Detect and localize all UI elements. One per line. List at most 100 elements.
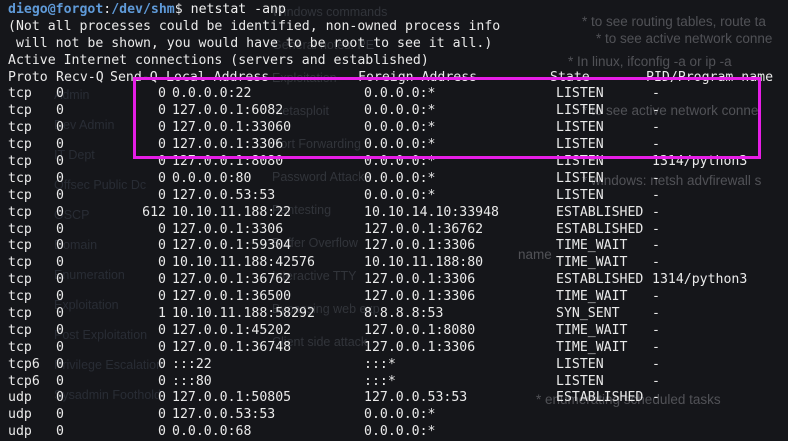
cell-pid-program: -	[652, 306, 660, 322]
cell-pid-program: -	[652, 86, 660, 102]
cell-local-address: 127.0.0.53:53	[172, 407, 276, 423]
table-row: tcp 0 0 127.0.0.1:36762 127.0.0.1:3306 ESTABL…	[8, 272, 788, 289]
connections-table: tcp 0 0 0.0.0.0:22 0.0.0.0:* LISTEN - tcp 0 0 127.…	[8, 86, 788, 441]
cell-recv-q: 0	[56, 390, 64, 406]
table-row: tcp 0 1 10.10.11.188:58292 8.8.8.8:53 SYN_SEN…	[8, 306, 788, 323]
cell-send-q: 0	[158, 339, 166, 355]
cell-send-q: 0	[158, 407, 166, 423]
cell-pid-program: -	[652, 356, 660, 372]
cell-proto: tcp	[8, 238, 32, 254]
table-row: tcp 0 0 127.0.0.1:59304 127.0.0.1:3306 TIME_W…	[8, 238, 788, 255]
table-row: tcp 0 0 127.0.0.1:45202 127.0.0.1:8080 TIME_W…	[8, 323, 788, 340]
cell-recv-q: 0	[56, 137, 64, 153]
cell-proto: tcp	[8, 289, 32, 305]
cell-foreign-address: 8.8.8.8:53	[364, 306, 444, 322]
cell-send-q: 0	[158, 103, 166, 119]
cell-proto: tcp	[8, 306, 32, 322]
cell-local-address: 0.0.0.0:22	[172, 86, 252, 102]
cell-proto: udp	[8, 390, 32, 406]
notice-line: Active Internet connections (servers and…	[8, 52, 429, 68]
notice-line: (Not all processes could be identified, …	[8, 18, 501, 34]
cell-foreign-address: 127.0.0.1:36762	[364, 221, 484, 237]
table-row: tcp 0 0 127.0.0.1:3306 0.0.0.0:* LISTEN -	[8, 137, 788, 154]
header-state: State	[550, 69, 590, 85]
prompt-user-host: diego@forgot	[8, 2, 104, 17]
cell-foreign-address: 0.0.0.0:*	[364, 424, 436, 440]
cell-foreign-address: 0.0.0.0:*	[364, 137, 436, 153]
cell-local-address: 0.0.0.0:68	[172, 424, 252, 440]
table-row: tcp 0 0 0.0.0.0:22 0.0.0.0:* LISTEN -	[8, 86, 788, 103]
cell-send-q: 612	[142, 204, 166, 220]
cell-proto: udp	[8, 407, 32, 423]
cell-foreign-address: 0.0.0.0:*	[364, 170, 436, 186]
cell-pid-program: -	[652, 322, 660, 338]
cell-foreign-address: 127.0.0.1:3306	[364, 289, 476, 305]
cell-send-q: 0	[158, 272, 166, 288]
prompt-path: /dev/shm	[111, 2, 175, 17]
cell-foreign-address: 127.0.0.1:3306	[364, 339, 476, 355]
table-row: tcp6 0 0:::22:::* LISTEN -	[8, 357, 788, 374]
terminal-window[interactable]: diego@forgot:/dev/shm$ netstat -anp (Not…	[0, 0, 788, 439]
cell-send-q: 0	[158, 373, 166, 389]
cell-proto: udp	[8, 424, 32, 440]
cell-pid-program: 1314/python3	[652, 154, 748, 170]
cell-local-address: 127.0.0.1:6082	[172, 103, 284, 119]
cell-foreign-address: 127.0.0.1:8080	[364, 322, 476, 338]
cell-state: LISTEN	[556, 356, 604, 372]
cell-proto: tcp6	[8, 356, 40, 372]
table-row: tcp 0 0 127.0.0.1:36748 127.0.0.1:3306 TIME_W…	[8, 340, 788, 357]
cell-recv-q: 0	[56, 204, 64, 220]
cell-state: TIME_WAIT	[556, 255, 628, 271]
cell-local-address: :::22	[172, 356, 212, 372]
table-row: udp 0 0 0.0.0.0:68 0.0.0.0:*	[8, 424, 788, 441]
cell-pid-program: -	[652, 204, 660, 220]
cell-send-q: 0	[158, 255, 166, 271]
cell-recv-q: 0	[56, 86, 64, 102]
cell-proto: tcp	[8, 272, 32, 288]
cell-send-q: 0	[158, 120, 166, 136]
cell-proto: tcp	[8, 170, 32, 186]
cell-send-q: 0	[158, 238, 166, 254]
table-row: tcp 0 0 127.0.0.1:36500 127.0.0.1:3306 TIME_W…	[8, 289, 788, 306]
cell-local-address: :::80	[172, 373, 212, 389]
cell-local-address: 127.0.0.1:36500	[172, 289, 292, 305]
cell-pid-program: -	[652, 120, 660, 136]
cell-proto: tcp	[8, 255, 32, 271]
table-row: tcp 0 0 10.10.11.188:42576 10.10.11.188:80 TI…	[8, 255, 788, 272]
cell-recv-q: 0	[56, 356, 64, 372]
cell-proto: tcp	[8, 322, 32, 338]
cell-proto: tcp	[8, 221, 32, 237]
cell-recv-q: 0	[56, 103, 64, 119]
table-row: tcp 0 0 127.0.0.1:8080 0.0.0.0:* LISTEN 1314/p…	[8, 154, 788, 171]
cell-pid-program: -	[652, 221, 660, 237]
cell-foreign-address: 10.10.11.188:80	[364, 255, 484, 271]
cell-state: TIME_WAIT	[556, 322, 628, 338]
cell-local-address: 127.0.0.1:3306	[172, 137, 284, 153]
table-row: tcp6 0 0:::80:::* LISTEN -	[8, 374, 788, 391]
cell-foreign-address: 0.0.0.0:*	[364, 154, 436, 170]
cell-proto: tcp6	[8, 373, 40, 389]
cell-state: TIME_WAIT	[556, 289, 628, 305]
cell-recv-q: 0	[56, 170, 64, 186]
cell-state: SYN_SENT	[556, 306, 620, 322]
header-pid-program: PID/Program name	[646, 69, 774, 85]
table-row: tcp 0 0 127.0.0.1:6082 0.0.0.0:* LISTEN -	[8, 103, 788, 120]
cell-pid-program: -	[652, 238, 660, 254]
table-row: udp 0 0 127.0.0.1:50805 127.0.0.53:53 ESTABLI…	[8, 390, 788, 407]
table-header: Proto Recv-Q Send-Q Local Address Foreign Ad…	[8, 70, 788, 87]
prompt-symbol: $	[174, 2, 183, 17]
cell-state: LISTEN	[556, 137, 604, 153]
cell-state: LISTEN	[556, 170, 604, 186]
cell-local-address: 127.0.0.1:36762	[172, 272, 292, 288]
cell-send-q: 1	[158, 306, 166, 322]
cell-foreign-address: :::*	[364, 356, 396, 372]
cell-foreign-address: 10.10.14.10:33948	[364, 204, 499, 220]
table-row: tcp 0 0 127.0.0.1:3306 127.0.0.1:36762 ESTABL…	[8, 222, 788, 239]
cell-state: LISTEN	[556, 103, 604, 119]
cell-send-q: 0	[158, 322, 166, 338]
header-recv-q: Recv-Q	[56, 69, 104, 85]
cell-local-address: 0.0.0.0:80	[172, 170, 252, 186]
header-foreign-address: Foreign Address	[358, 69, 478, 85]
cell-recv-q: 0	[56, 154, 64, 170]
prompt-command: netstat -anp	[182, 2, 286, 17]
